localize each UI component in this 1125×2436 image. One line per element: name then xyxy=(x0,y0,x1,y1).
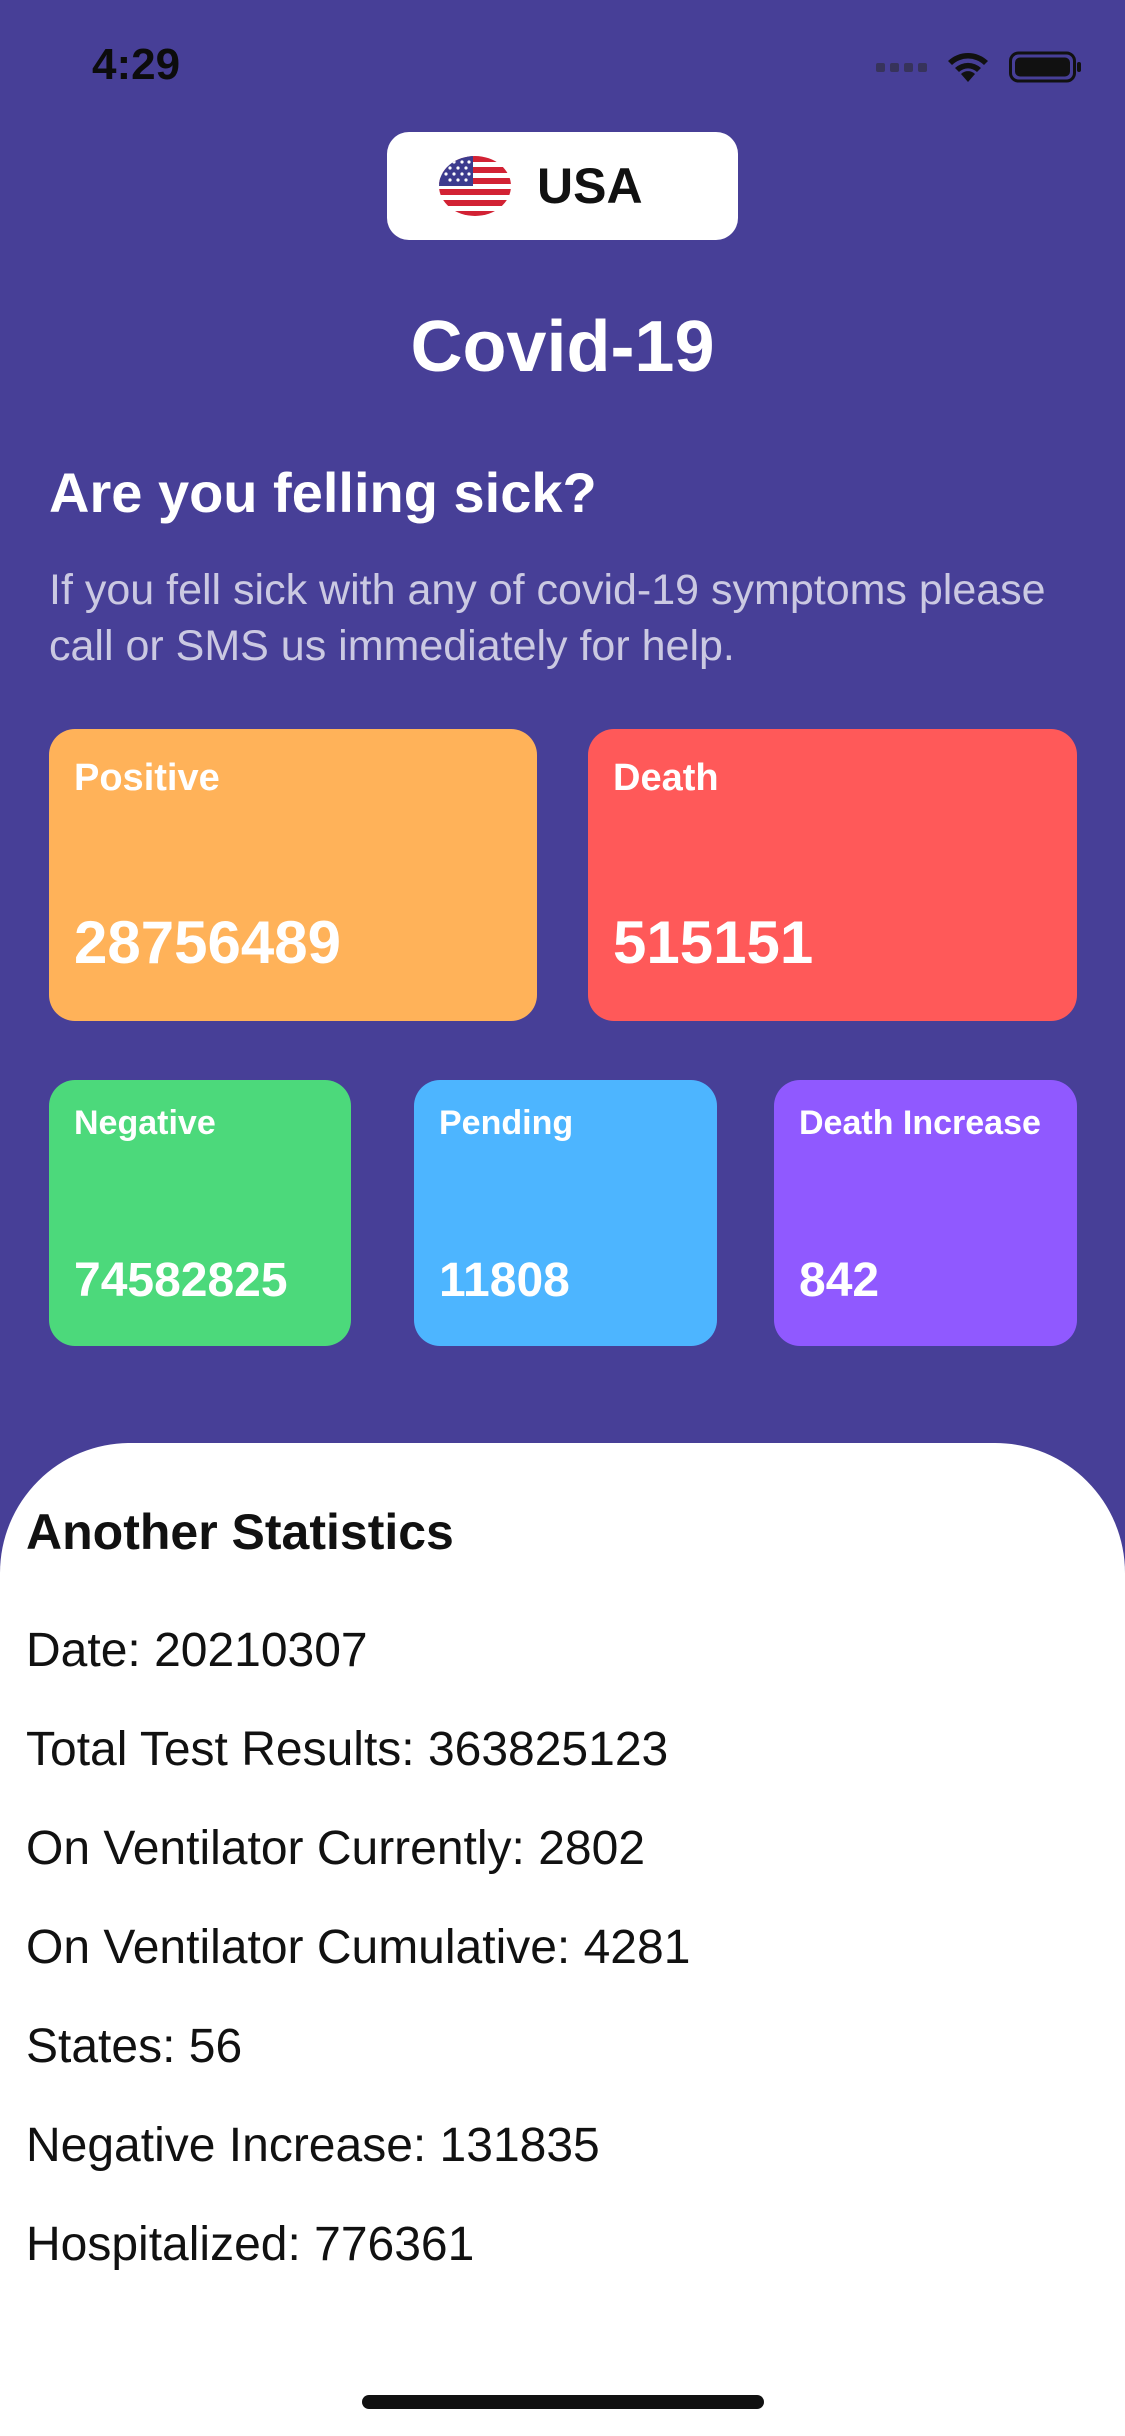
home-indicator[interactable] xyxy=(362,2395,764,2409)
sick-heading: Are you felling sick? xyxy=(49,461,597,524)
negative-value: 74582825 xyxy=(74,1254,288,1307)
death-increase-label: Death Increase xyxy=(799,1104,1041,1142)
death-card: Death 515151 xyxy=(588,729,1077,1021)
stat-date: Date: 20210307 xyxy=(26,1624,368,1677)
stat-states: States: 56 xyxy=(26,2020,243,2073)
country-name: USA xyxy=(537,158,643,214)
statistics-panel: Another Statistics Date: 20210307 Total … xyxy=(0,1443,1125,2436)
death-value: 515151 xyxy=(613,909,814,976)
positive-label: Positive xyxy=(74,757,220,799)
status-icons xyxy=(876,50,1083,84)
stat-hospitalized: Hospitalized: 776361 xyxy=(26,2218,475,2271)
pending-value: 11808 xyxy=(439,1254,570,1307)
stat-total-test-results: Total Test Results: 363825123 xyxy=(26,1723,669,1776)
status-time: 4:29 xyxy=(92,40,181,89)
stat-on-ventilator-currently: On Ventilator Currently: 2802 xyxy=(26,1822,646,1875)
death-increase-value: 842 xyxy=(799,1254,880,1307)
stat-on-ventilator-cumulative: On Ventilator Cumulative: 4281 xyxy=(26,1921,691,1974)
stat-negative-increase: Negative Increase: 131835 xyxy=(26,2119,600,2172)
us-flag-icon xyxy=(439,156,511,216)
statistics-title: Another Statistics xyxy=(26,1504,454,1560)
app-title: Covid-19 xyxy=(410,307,715,387)
wifi-icon xyxy=(948,53,988,82)
positive-value: 28756489 xyxy=(74,909,341,976)
country-selector[interactable]: USA xyxy=(387,132,738,240)
status-bar: 4:29 xyxy=(0,0,1125,140)
battery-icon xyxy=(1009,51,1081,83)
death-label: Death xyxy=(613,757,719,799)
sick-description: If you fell sick with any of covid-19 sy… xyxy=(49,566,1046,670)
negative-label: Negative xyxy=(74,1104,216,1142)
negative-card: Negative 74582825 xyxy=(49,1080,351,1346)
pending-card: Pending 11808 xyxy=(414,1080,717,1346)
positive-card: Positive 28756489 xyxy=(49,729,537,1021)
cellular-signal-icon xyxy=(876,62,927,72)
pending-label: Pending xyxy=(439,1104,574,1142)
death-increase-card: Death Increase 842 xyxy=(774,1080,1077,1346)
